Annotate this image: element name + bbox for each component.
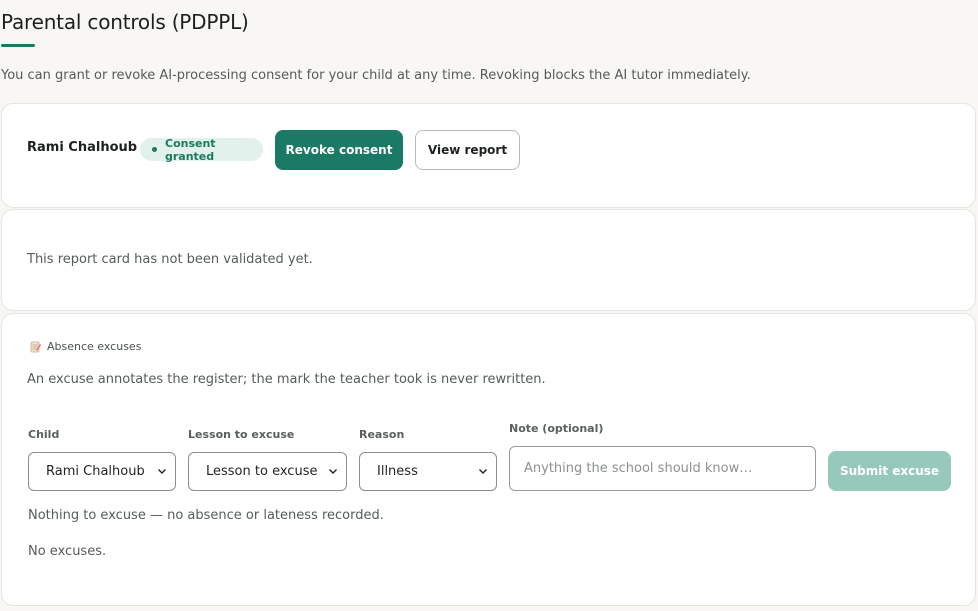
reason-select[interactable]: Illness — [359, 452, 497, 491]
absence-heading-label: Absence excuses — [47, 340, 142, 353]
page-title: Parental controls (PDPPL) — [1, 10, 249, 34]
revoke-consent-button[interactable]: Revoke consent — [275, 130, 403, 170]
view-report-button[interactable]: View report — [415, 130, 520, 170]
consent-status-badge: Consent granted — [140, 136, 263, 163]
empty-excuse-message: Nothing to excuse — no absence or latene… — [28, 508, 384, 523]
chevron-down-icon — [158, 469, 166, 474]
reason-field-label: Reason — [359, 428, 405, 441]
lesson-field-label: Lesson to excuse — [188, 428, 295, 441]
parental-controls-page: Parental controls (PDPPL) You can grant … — [0, 0, 978, 611]
absence-description: An excuse annotates the register; the ma… — [27, 372, 546, 387]
title-underline — [1, 44, 35, 47]
consent-status-label: Consent granted — [165, 136, 216, 163]
child-field-label: Child — [28, 428, 60, 441]
lesson-select-value: Lesson to excuse — [206, 464, 318, 479]
memo-icon — [30, 341, 41, 352]
report-status-text: This report card has not been validated … — [27, 252, 313, 267]
lesson-select[interactable]: Lesson to excuse — [188, 452, 347, 491]
absence-section-heading: Absence excuses — [30, 340, 141, 353]
reason-select-value: Illness — [377, 464, 418, 479]
child-select[interactable]: Rami Chalhoub — [28, 452, 176, 491]
child-name: Rami Chalhoub — [27, 140, 138, 155]
submit-excuse-button[interactable]: Submit excuse — [828, 451, 951, 491]
note-input[interactable] — [509, 446, 816, 491]
status-dot-icon — [152, 147, 157, 152]
chevron-down-icon — [479, 469, 487, 474]
note-field-label: Note (optional) — [509, 422, 604, 435]
no-excuses-message: No excuses. — [28, 544, 107, 559]
intro-text: You can grant or revoke AI-processing co… — [1, 68, 751, 83]
chevron-down-icon — [329, 469, 337, 474]
child-select-value: Rami Chalhoub — [46, 464, 145, 479]
